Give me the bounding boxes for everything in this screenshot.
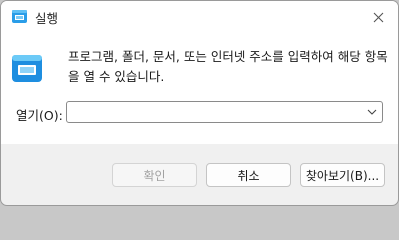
open-input[interactable] bbox=[69, 103, 365, 121]
title-bar: 실행 bbox=[1, 1, 398, 34]
run-icon bbox=[11, 54, 43, 84]
window-title: 실행 bbox=[35, 11, 59, 26]
browse-button[interactable]: 찾아보기(B)... bbox=[300, 163, 385, 187]
dropdown-button[interactable] bbox=[364, 104, 380, 120]
close-button[interactable] bbox=[358, 1, 398, 34]
open-label: 열기(O): bbox=[16, 108, 63, 123]
cancel-button[interactable]: 취소 bbox=[206, 163, 291, 187]
ok-button[interactable]: 확인 bbox=[112, 163, 197, 187]
open-combobox[interactable] bbox=[66, 101, 383, 123]
dialog-body: 프로그램, 폴더, 문서, 또는 인터넷 주소를 입력하여 해당 항목을 열 수… bbox=[1, 34, 398, 144]
run-icon bbox=[11, 9, 28, 25]
description-text: 프로그램, 폴더, 문서, 또는 인터넷 주소를 입력하여 해당 항목을 열 수… bbox=[68, 49, 388, 84]
close-icon bbox=[373, 12, 383, 23]
chevron-down-icon bbox=[367, 109, 377, 115]
run-dialog: 실행 프로그램, 폴더, 문서, 또는 인터넷 주소를 입력하여 해당 항목을 … bbox=[0, 0, 399, 206]
